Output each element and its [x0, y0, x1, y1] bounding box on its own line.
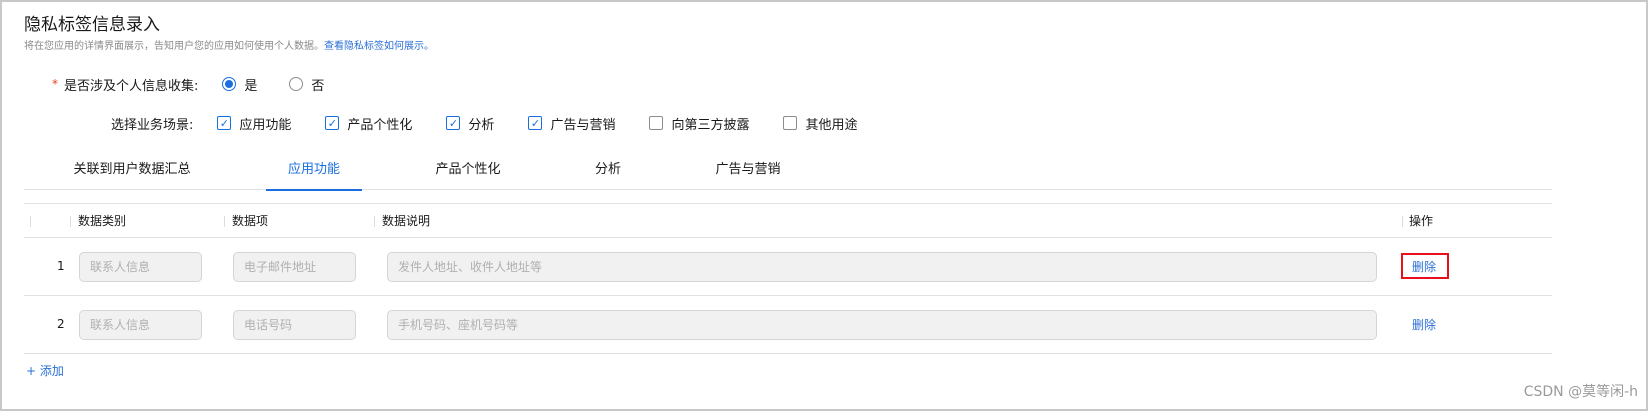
table-header: 数据类别 数据项 数据说明 操作 — [24, 203, 1552, 238]
table-row: 1 联系人信息 电子邮件地址 发件人地址、收件人地址等 删除 — [24, 238, 1552, 296]
table-row: 2 联系人信息 电话号码 手机号码、座机号码等 删除 — [24, 296, 1552, 354]
checkbox-advertising-box[interactable]: ✓ — [528, 116, 543, 130]
checkbox-advertising[interactable]: ✓ 广告与营销 — [528, 114, 615, 133]
header-separator — [70, 216, 71, 227]
watermark: CSDN @莫等闲-h — [1523, 384, 1638, 400]
radio-no[interactable]: 否 — [289, 75, 324, 94]
page-description: 将在您应用的详情界面展示，告知用户您的应用如何使用个人数据。查看隐私标签如何展示… — [24, 37, 434, 52]
checkbox-analytics[interactable]: ✓ 分析 — [446, 114, 494, 133]
view-label-link[interactable]: 查看隐私标签如何展示。 — [324, 41, 434, 52]
checkbox-third-party-box[interactable] — [649, 116, 664, 130]
description-text: 将在您应用的详情界面展示，告知用户您的应用如何使用个人数据。 — [24, 41, 324, 52]
checkbox-app-function-box[interactable]: ✓ — [217, 116, 232, 130]
data-table: 数据类别 数据项 数据说明 操作 1 联系人信息 电子邮件地址 发件人地址、收件… — [24, 203, 1552, 354]
header-action: 操作 — [1409, 214, 1434, 228]
delete-button[interactable]: 删除 — [1412, 258, 1436, 275]
delete-button[interactable]: 删除 — [1412, 316, 1436, 333]
checkbox-personalization[interactable]: ✓ 产品个性化 — [325, 114, 412, 133]
tab-app-function[interactable]: 应用功能 — [266, 150, 362, 191]
collect-label: 是否涉及个人信息收集: — [64, 78, 199, 94]
category-input[interactable]: 联系人信息 — [79, 252, 202, 282]
tab-advertising[interactable]: 广告与营销 — [712, 150, 784, 190]
scene-row: 选择业务场景: ✓ 应用功能 ✓ 产品个性化 ✓ 分析 ✓ 广告与营销 向第三方… — [111, 113, 891, 133]
item-input[interactable]: 电子邮件地址 — [233, 252, 356, 282]
header-separator — [30, 216, 31, 227]
checkbox-other-box[interactable] — [783, 116, 798, 130]
tab-summary[interactable]: 关联到用户数据汇总 — [70, 150, 194, 190]
header-desc: 数据说明 — [382, 214, 431, 228]
checkbox-analytics-label: 分析 — [468, 117, 495, 133]
tab-personalization[interactable]: 产品个性化 — [428, 150, 508, 190]
radio-yes-circle[interactable] — [222, 77, 237, 91]
row-index: 2 — [57, 317, 65, 331]
tab-analytics[interactable]: 分析 — [590, 150, 626, 190]
item-input[interactable]: 电话号码 — [233, 310, 356, 340]
header-separator — [374, 216, 375, 227]
required-mark: * — [52, 77, 58, 91]
scene-label: 选择业务场景: — [111, 117, 194, 133]
checkbox-personalization-label: 产品个性化 — [347, 117, 413, 133]
checkbox-personalization-box[interactable]: ✓ — [325, 116, 340, 130]
checkbox-advertising-label: 广告与营销 — [550, 117, 616, 133]
checkbox-other[interactable]: 其他用途 — [783, 114, 857, 133]
radio-yes-label: 是 — [244, 78, 258, 94]
tab-bar: 关联到用户数据汇总 应用功能 产品个性化 分析 广告与营销 — [24, 150, 1552, 191]
checkbox-app-function-label: 应用功能 — [239, 117, 292, 133]
checkbox-analytics-box[interactable]: ✓ — [446, 116, 461, 130]
checkbox-other-label: 其他用途 — [805, 117, 858, 133]
category-input[interactable]: 联系人信息 — [79, 310, 202, 340]
collect-row: * 是否涉及个人信息收集: 是 否 — [52, 74, 356, 94]
add-row-button[interactable]: + 添加 — [26, 362, 64, 379]
checkbox-third-party[interactable]: 向第三方披露 — [649, 114, 749, 133]
header-separator — [224, 216, 225, 227]
page-title: 隐私标签信息录入 — [24, 15, 160, 35]
radio-no-label: 否 — [311, 78, 325, 94]
checkbox-third-party-label: 向第三方披露 — [671, 117, 750, 133]
page-frame: 隐私标签信息录入 将在您应用的详情界面展示，告知用户您的应用如何使用个人数据。查… — [0, 0, 1648, 411]
radio-no-circle[interactable] — [289, 77, 304, 91]
radio-yes[interactable]: 是 — [222, 75, 257, 94]
checkbox-app-function[interactable]: ✓ 应用功能 — [217, 114, 291, 133]
row-index: 1 — [57, 259, 65, 273]
header-item: 数据项 — [232, 214, 269, 228]
header-separator — [1402, 216, 1403, 227]
header-category: 数据类别 — [78, 214, 127, 228]
desc-input[interactable]: 手机号码、座机号码等 — [387, 310, 1377, 340]
desc-input[interactable]: 发件人地址、收件人地址等 — [387, 252, 1377, 282]
